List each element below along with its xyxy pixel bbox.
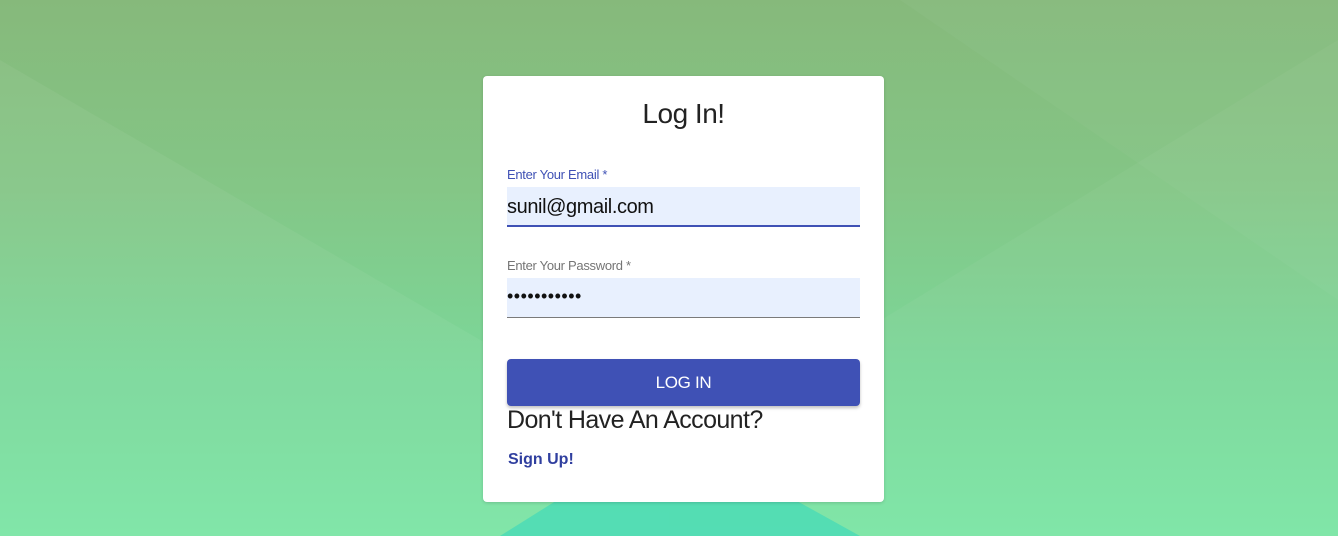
email-label: Enter Your Email * xyxy=(507,167,608,182)
password-field[interactable]: ••••••••••• xyxy=(507,278,860,318)
password-value: ••••••••••• xyxy=(507,286,582,306)
page-title: Log In! xyxy=(642,98,725,129)
password-label: Enter Your Password * xyxy=(507,258,631,273)
no-account-text: Don't Have An Account? xyxy=(507,406,763,434)
email-value: sunil@gmail.com xyxy=(507,196,654,218)
login-card: Log In! Enter Your Email * sunil@gmail.c… xyxy=(483,76,884,502)
signup-link[interactable]: Sign Up! xyxy=(508,451,574,469)
login-button[interactable]: LOG IN xyxy=(507,359,860,406)
email-field[interactable]: sunil@gmail.com xyxy=(507,187,860,227)
